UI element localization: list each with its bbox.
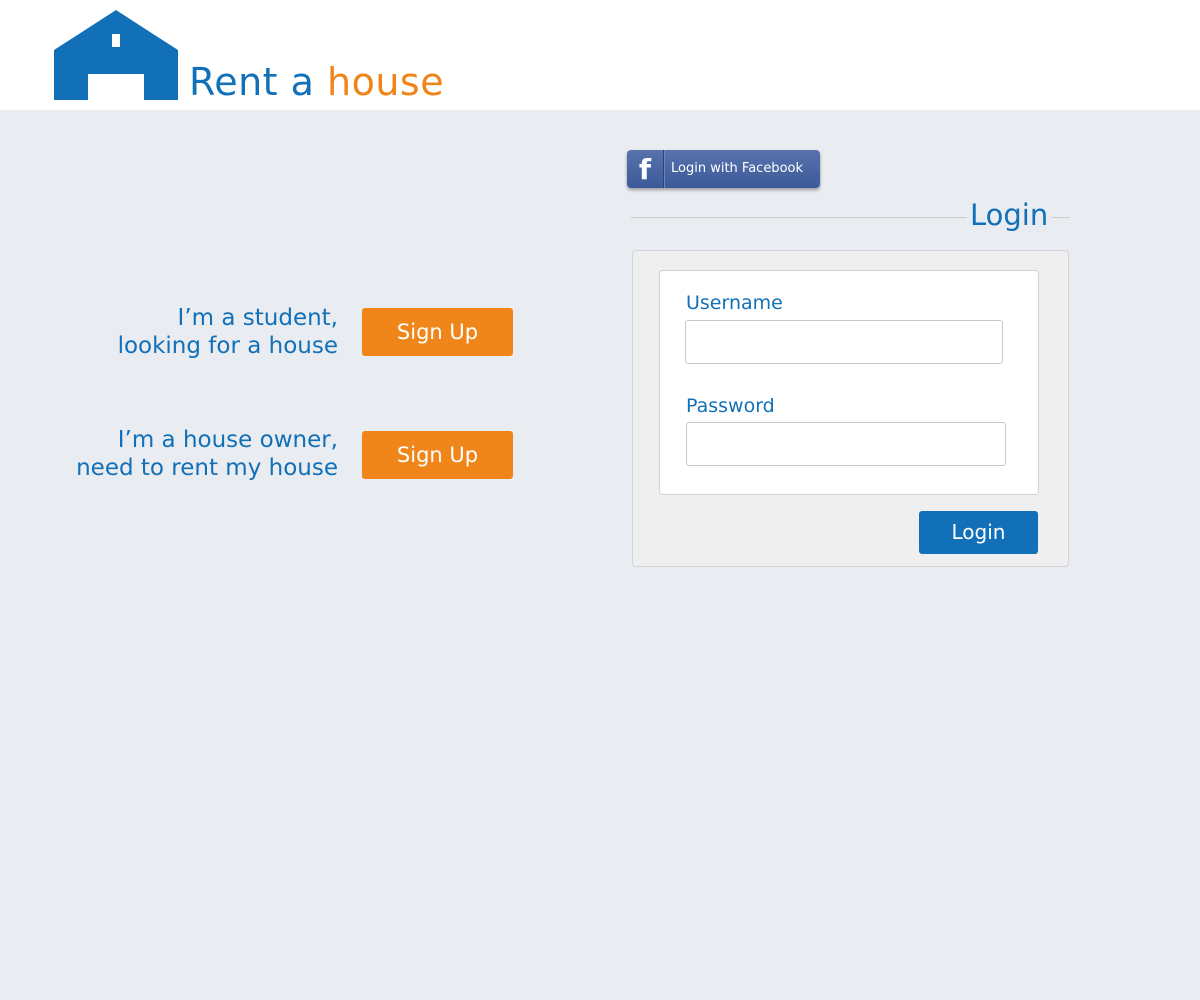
site-header: Rent a house [0,0,1200,110]
login-heading-divider-left [631,217,967,218]
student-text-line1: I’m a student, [177,305,338,331]
logo-text-part2: house [327,60,445,104]
house-icon [54,10,178,100]
login-form: Username Password [659,270,1039,495]
student-signup-button[interactable]: Sign Up [362,308,513,356]
site-logo-text[interactable]: Rent a house [189,58,444,106]
login-submit-button[interactable]: Login [919,511,1038,554]
password-label: Password [686,395,775,417]
username-label: Username [686,292,783,314]
owner-text-line2: need to rent my house [76,455,338,481]
facebook-login-label: Login with Facebook [671,161,803,176]
username-input[interactable] [685,320,1003,364]
facebook-f-icon: f [627,150,664,188]
facebook-login-button[interactable]: f Login with Facebook [627,150,820,188]
login-heading: Login [970,198,1049,232]
login-panel: Username Password Login [632,250,1069,567]
student-signup-text: I’m a student, looking for a house [40,304,338,360]
password-input[interactable] [686,422,1006,466]
login-heading-divider-right [1052,217,1070,218]
owner-signup-button[interactable]: Sign Up [362,431,513,479]
owner-text-line1: I’m a house owner, [117,427,338,453]
logo-text-part1: Rent a [189,60,328,104]
owner-signup-text: I’m a house owner, need to rent my house [40,426,338,482]
student-text-line2: looking for a house [117,333,338,359]
